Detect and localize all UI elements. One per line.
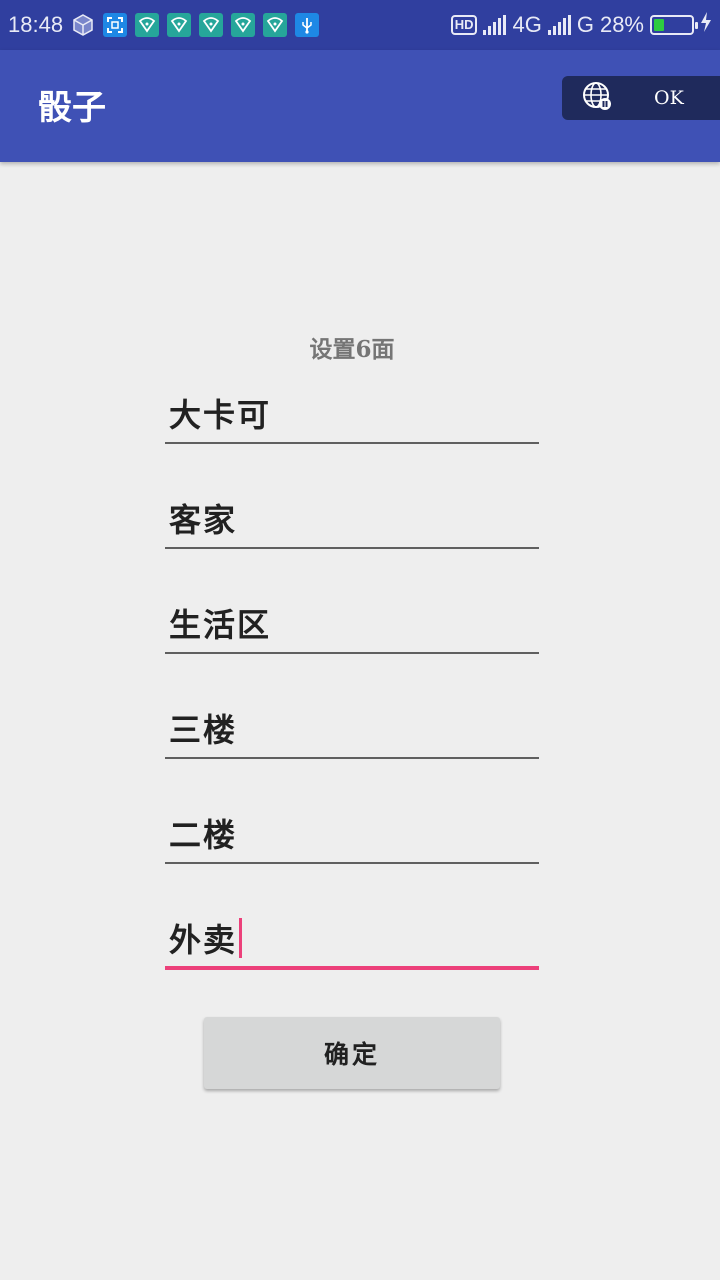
status-bar: 18:48 HD 4G G 28% [0,0,720,50]
wifi-shield-icon [263,13,288,37]
signal-strength-icon [547,15,571,35]
face-input-5[interactable]: 二楼 [165,804,539,864]
network-type-g: G [576,12,594,37]
usb-icon [295,13,320,37]
vpn-status-pill[interactable]: OK [562,76,720,120]
face-input-value: 生活区 [169,606,272,644]
battery-percent: 28% [599,12,644,37]
wifi-shield-icon [231,13,256,37]
globe-icon [582,81,612,115]
face-input-6[interactable]: 外卖 [165,910,539,970]
network-type-4g: 4G [512,12,542,37]
face-input-value: 客家 [169,501,238,539]
face-input-1[interactable]: 大卡可 [165,384,539,444]
face-input-value: 二楼 [169,816,238,854]
battery-level [654,19,665,31]
face-input-3[interactable]: 生活区 [165,594,539,654]
form-title: 设置6面 [309,336,395,363]
hd-badge: HD [450,15,478,35]
confirm-button[interactable]: 确定 [204,1017,500,1089]
wifi-shield-icon [167,13,192,37]
face-input-2[interactable]: 客家 [165,489,539,549]
battery-icon [650,15,698,35]
wifi-shield-icon [199,13,224,37]
charging-icon [700,12,712,38]
face-input-value: 三楼 [169,711,238,749]
app-cube-icon [71,13,95,37]
text-cursor [239,918,243,958]
status-indicators: HD 4G G 28% [450,12,712,38]
screenshot-icon [103,13,128,37]
face-input-value: 外卖 [169,921,238,959]
face-input-value: 大卡可 [169,396,272,434]
notification-icons [71,13,320,37]
app-title: 骰子 [38,88,106,128]
face-input-4[interactable]: 三楼 [165,699,539,759]
vpn-status-label: OK [654,87,684,109]
signal-strength-icon [483,15,507,35]
wifi-shield-icon [135,13,160,37]
status-time: 18:48 [8,12,64,37]
